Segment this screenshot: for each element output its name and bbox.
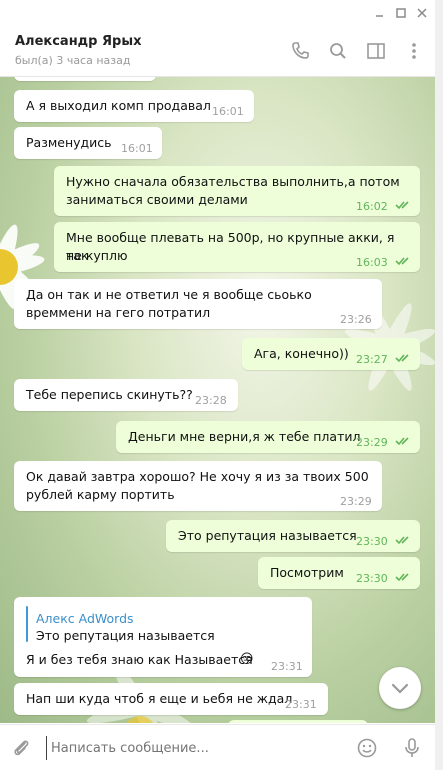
minimize-icon[interactable] — [371, 4, 389, 22]
window-edge — [435, 0, 443, 770]
sidebar-toggle-icon[interactable] — [365, 40, 387, 62]
chevron-down-icon — [391, 683, 409, 694]
chat-name[interactable]: Александр Ярых — [15, 34, 141, 49]
message-time: 16:01 — [212, 105, 244, 118]
message-text: А я выходил комп продавал — [26, 98, 211, 113]
message-time: 23:30 — [356, 535, 388, 548]
message-time: 23:31 — [285, 698, 317, 711]
message-composer — [0, 724, 435, 771]
message-incoming[interactable]: Да он так и не ответил че я воoбще сьоьк… — [14, 279, 382, 329]
title-bar — [0, 0, 435, 26]
read-ticks-icon — [395, 354, 409, 363]
emoji-icon[interactable] — [356, 737, 378, 759]
message-text: Я и без тебя знаю как Называется — [26, 652, 253, 667]
message-time: 23:31 — [271, 660, 303, 673]
message-bubble-partial[interactable] — [14, 77, 156, 81]
message-incoming-reply[interactable]: Алекс AdWords Это репутация называется Я… — [14, 597, 312, 677]
message-text-line: времмени на гего потратил — [26, 305, 211, 320]
scroll-down-button[interactable] — [379, 667, 421, 709]
chat-header: Александр Ярых был(а) 3 часа назад — [0, 26, 435, 77]
reply-quote-bar — [26, 606, 28, 642]
message-incoming[interactable]: Нап ши куда чтоб я еще и ьебя не ждал 23… — [14, 683, 328, 715]
message-text: Нап ши куда чтоб я еще и ьебя не ждал — [26, 691, 293, 706]
message-time: 23:29 — [340, 495, 372, 508]
message-text: Деньги мне верни,я ж тебе платил — [128, 429, 361, 444]
close-icon[interactable] — [413, 4, 431, 22]
message-outgoing[interactable]: Мне вообще плевать на 500р, но крупные а… — [54, 222, 420, 272]
message-outgoing[interactable]: Нужно сначала обязательства выполнить,а … — [54, 166, 420, 216]
reply-author[interactable]: Алекс AdWords — [36, 610, 134, 628]
message-time: 16:02 — [356, 200, 388, 213]
message-time: 23:28 — [195, 394, 227, 407]
microphone-icon[interactable] — [401, 737, 423, 759]
message-incoming[interactable]: Разменудись 16:01 — [14, 127, 162, 159]
message-incoming[interactable]: Ок давай завтра хорошо? Не хочу я из за … — [14, 461, 382, 511]
message-text: Это репутация называется — [178, 528, 357, 543]
message-incoming[interactable]: А я выходил комп продавал 16:01 — [14, 90, 254, 122]
message-text-line: рублей карму портить — [26, 487, 175, 502]
telegram-window: Александр Ярых был(а) 3 часа назад А я в… — [0, 0, 435, 771]
read-ticks-icon — [395, 437, 409, 446]
read-ticks-icon — [395, 573, 409, 582]
message-text-line: Нужно сначала обязательства выполнить,а … — [66, 174, 400, 189]
message-time: 23:30 — [356, 572, 388, 585]
message-time: 23:26 — [340, 313, 372, 326]
message-time: 16:01 — [121, 142, 153, 155]
message-outgoing[interactable]: Ага, конечно)) 23:27 — [242, 338, 420, 370]
message-text: Ага, конечно)) — [254, 346, 349, 361]
chat-status: был(а) 3 часа назад — [15, 54, 131, 67]
message-text: Тебе перепись скинуть?? — [26, 387, 193, 402]
maximize-icon[interactable] — [392, 4, 410, 22]
message-text: Посмотрим — [270, 565, 344, 580]
message-outgoing[interactable]: Деньги мне верни,я ж тебе платил 23:29 — [116, 421, 420, 453]
more-vertical-icon[interactable] — [403, 40, 425, 62]
read-ticks-icon — [395, 201, 409, 210]
read-ticks-icon — [395, 257, 409, 266]
message-text-line: заниматься своими делами — [66, 192, 248, 207]
unamused-emoji: 😒 — [240, 652, 254, 667]
message-bubble-partial[interactable] — [228, 720, 368, 723]
phone-icon[interactable] — [289, 40, 311, 62]
attach-icon[interactable] — [10, 737, 32, 759]
message-text: Разменудись — [26, 135, 112, 150]
message-text-line: Да он так и не ответил че я воoбще сьоьк… — [26, 287, 312, 302]
search-icon[interactable] — [327, 40, 349, 62]
read-ticks-icon — [395, 536, 409, 545]
chat-area[interactable]: А я выходил комп продавал 16:01 Разменуд… — [0, 77, 435, 723]
message-incoming[interactable]: Тебе перепись скинуть?? 23:28 — [14, 379, 238, 411]
message-text-line: Ок давай завтра хорошо? Не хочу я из за … — [26, 469, 369, 484]
reply-text: Это репутация называется — [36, 628, 215, 643]
message-time: 16:03 — [356, 256, 388, 269]
message-outgoing[interactable]: Посмотрим 23:30 — [258, 557, 420, 589]
message-input[interactable] — [46, 736, 341, 760]
message-time: 23:29 — [356, 436, 388, 449]
message-outgoing[interactable]: Это репутация называется 23:30 — [166, 520, 420, 552]
message-text-line: не куплю — [66, 248, 128, 263]
message-time: 23:27 — [356, 353, 388, 366]
